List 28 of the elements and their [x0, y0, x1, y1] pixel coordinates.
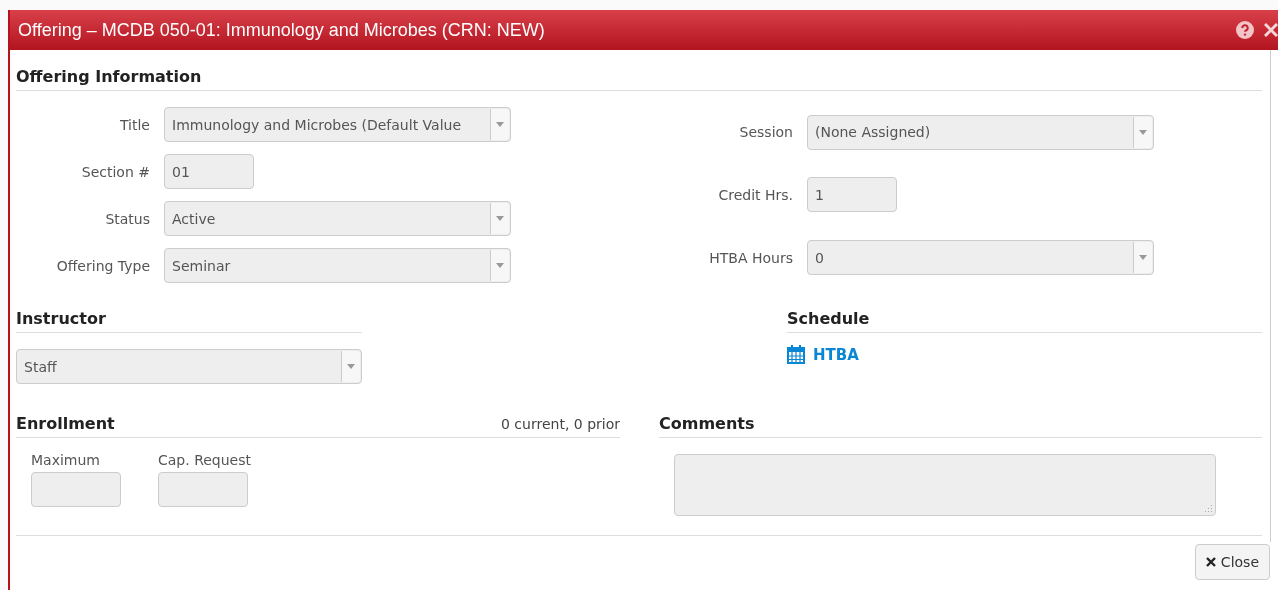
caret-icon — [496, 216, 504, 221]
field-label: HTBA Hours — [708, 249, 793, 266]
field-label: Maximum — [31, 452, 101, 468]
calendar-icon — [787, 345, 805, 364]
close-icon[interactable] — [1264, 23, 1278, 37]
field-label: Section # — [80, 163, 150, 180]
field-label: Offering Type — [55, 257, 150, 274]
help-icon[interactable] — [1236, 21, 1254, 39]
section-heading: Enrollment — [16, 414, 115, 433]
field-label: Cap. Request — [158, 452, 251, 468]
window-title: Offering – MCDB 050-01: Immunology and Microbes (CRN: NEW) — [18, 19, 546, 41]
section-heading: Comments — [659, 414, 755, 433]
caret-icon — [1139, 255, 1147, 261]
caret-icon — [496, 263, 504, 268]
field-label: Title — [119, 116, 150, 133]
section-heading: Instructor — [16, 309, 106, 328]
schedule-link[interactable]: HTBA — [787, 345, 859, 364]
section-heading: Schedule — [787, 309, 870, 328]
section-heading: Offering Information — [16, 67, 202, 86]
enrollment-summary: 0 current, 0 prior — [501, 416, 620, 432]
field-label: Session — [738, 124, 793, 141]
field-label: Status — [104, 210, 150, 227]
close-icon — [1205, 557, 1216, 567]
caret-icon — [496, 122, 504, 127]
close-button[interactable]: Close — [1194, 544, 1270, 580]
caret-icon — [347, 364, 355, 369]
caret-icon — [1139, 129, 1147, 135]
field-label: Credit Hrs. — [717, 187, 793, 203]
